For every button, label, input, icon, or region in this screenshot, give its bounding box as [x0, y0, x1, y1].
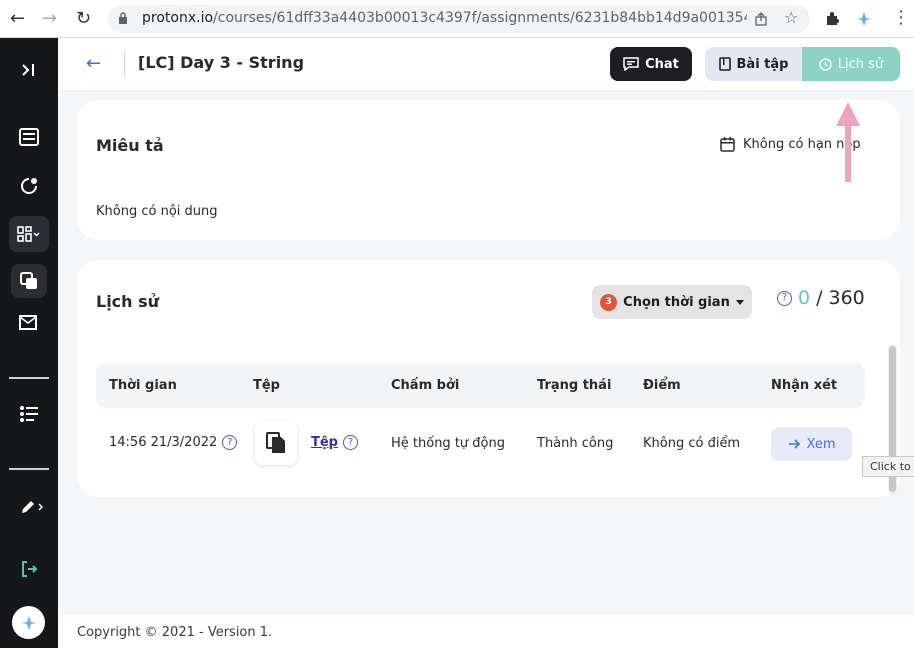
chat-bubble-icon	[623, 57, 639, 71]
mail-icon[interactable]	[15, 309, 43, 337]
back-nav-icon[interactable]: ←	[10, 8, 25, 30]
description-card: Miêu tả Không có hạn nộp Không có nội du…	[77, 100, 900, 240]
view-button-label: Xem	[806, 436, 836, 452]
file-preview[interactable]	[255, 421, 297, 465]
column-header: Tệp	[253, 378, 280, 393]
caret-down-icon	[735, 299, 744, 305]
expand-sidebar-icon[interactable]	[15, 56, 43, 84]
url-text: protonx.io/courses/61dff33a4403b00013c43…	[142, 10, 747, 26]
lock-icon	[119, 12, 127, 24]
sidebar	[0, 38, 58, 648]
tab-history[interactable]: Lịch sử	[802, 47, 900, 81]
page-title: [LC] Day 3 - String	[138, 53, 305, 72]
table-header: Thời gian Tệp Chấm bởi Trạng thái Điểm N…	[96, 363, 865, 408]
arrow-right-icon	[788, 439, 800, 449]
row-time-text: 14:56 21/3/2022	[109, 435, 218, 450]
browser-menu-icon[interactable]: ⋮	[892, 7, 910, 28]
dashboard-icon[interactable]	[9, 216, 49, 252]
reload-icon[interactable]: ↻	[76, 8, 91, 30]
book-icon	[718, 57, 731, 71]
help-icon[interactable]: ?	[343, 435, 358, 450]
bookmark-star-icon[interactable]: ☆	[784, 8, 798, 27]
edit-pen-icon[interactable]	[18, 493, 46, 521]
time-filter-dropdown[interactable]: 3 Chọn thời gian	[592, 285, 752, 319]
forward-nav-icon[interactable]: →	[42, 8, 57, 30]
row-status: Thành công	[537, 436, 614, 451]
share-icon[interactable]	[754, 12, 768, 26]
courses-icon[interactable]	[15, 123, 43, 151]
time-filter-label: Chọn thời gian	[623, 294, 730, 310]
notification-icon[interactable]	[15, 172, 43, 200]
tab-exercise[interactable]: Bài tập	[705, 47, 802, 81]
file-link[interactable]: Tệp	[311, 435, 338, 450]
annotation-arrow-icon	[836, 102, 860, 182]
footer-copyright: Copyright © 2021 - Version 1.	[77, 625, 273, 640]
logout-icon[interactable]	[15, 555, 43, 583]
column-header: Chấm bởi	[391, 378, 460, 393]
extensions-icon[interactable]	[824, 11, 840, 27]
history-title: Lịch sử	[96, 292, 160, 311]
footer: Copyright © 2021 - Version 1.	[58, 613, 914, 648]
tab-history-label: Lịch sử	[837, 56, 884, 72]
tooltip: Click to g	[862, 456, 914, 477]
url-host: protonx.io	[142, 10, 214, 26]
row-file: Tệp ?	[311, 435, 358, 450]
help-icon[interactable]: ?	[777, 290, 792, 306]
row-graded-by: Hệ thống tự động	[391, 436, 505, 451]
filter-count-badge: 3	[600, 293, 618, 311]
copy-layers-icon[interactable]	[11, 264, 47, 298]
address-bar[interactable]: protonx.io/courses/61dff33a4403b00013c43…	[108, 5, 810, 33]
browser-toolbar: ← → ↻ protonx.io/courses/61dff33a4403b00…	[0, 0, 914, 38]
description-title: Miêu tả	[96, 136, 164, 155]
help-icon[interactable]: ?	[222, 435, 238, 450]
description-content: Không có nội dung	[96, 204, 218, 219]
calendar-icon	[720, 137, 735, 152]
score-summary: ? 0 / 360	[777, 287, 865, 309]
avatar[interactable]	[12, 606, 45, 639]
column-header: Nhận xét	[771, 378, 838, 393]
score-total: 360	[828, 287, 865, 309]
history-card: Lịch sử 3 Chọn thời gian ? 0 / 360 Thời …	[77, 260, 900, 497]
view-switcher: Bài tập Lịch sử	[705, 47, 900, 81]
row-score: Không có điểm	[643, 436, 741, 451]
score-separator: /	[816, 287, 823, 309]
score-got: 0	[798, 287, 811, 309]
url-path: /courses/61dff33a4403b00013c4397f/assign…	[213, 10, 747, 26]
tab-exercise-label: Bài tập	[736, 56, 789, 72]
task-list-icon[interactable]	[15, 400, 43, 428]
column-header: Trạng thái	[537, 378, 612, 393]
file-copy-icon	[266, 432, 285, 453]
back-arrow-icon[interactable]: ←	[86, 53, 101, 74]
sidebar-divider	[9, 468, 49, 470]
page-header: ← [LC] Day 3 - String Chat Bài tập Lịch …	[58, 38, 914, 90]
chat-button-label: Chat	[645, 56, 679, 72]
view-button[interactable]: Xem	[771, 427, 852, 461]
chat-button[interactable]: Chat	[610, 47, 692, 81]
sidebar-divider	[9, 377, 49, 379]
column-header: Điểm	[643, 378, 681, 393]
title-divider	[124, 51, 125, 77]
column-header: Thời gian	[109, 378, 177, 393]
profile-logo-icon[interactable]	[855, 10, 873, 28]
clock-icon	[819, 57, 832, 71]
row-time: 14:56 21/3/2022 ?	[109, 435, 238, 450]
